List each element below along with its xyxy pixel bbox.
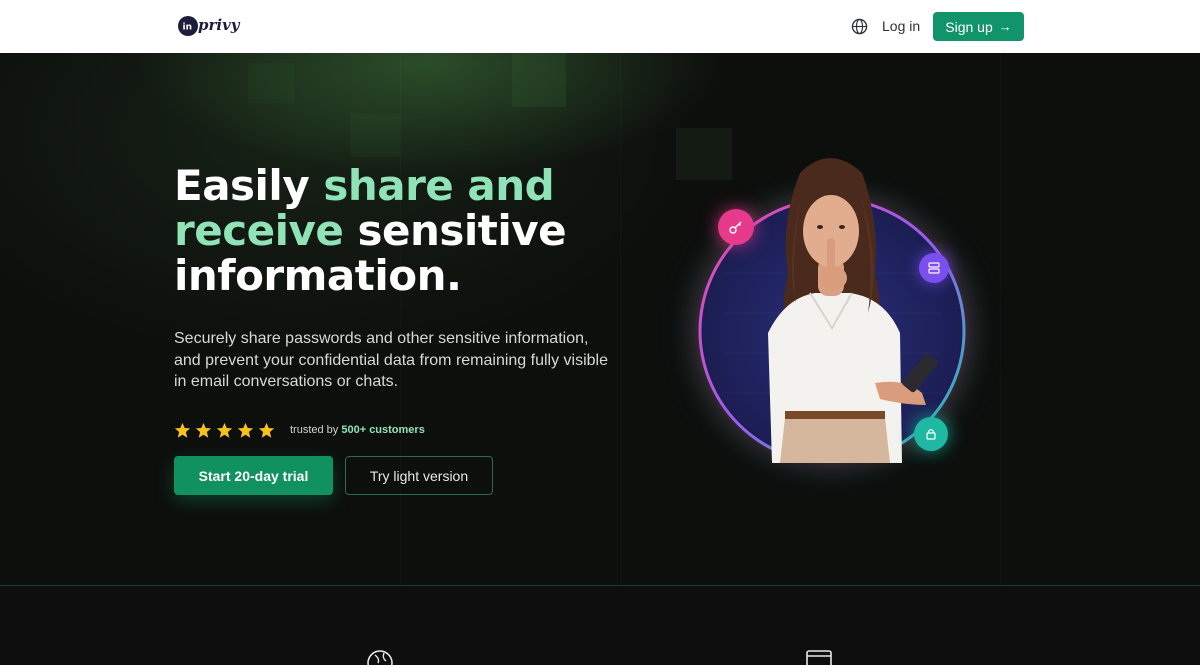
key-icon-badge <box>718 209 754 245</box>
trusted-by-text: trusted by 500+ customers <box>290 424 425 437</box>
background-tile <box>512 53 566 107</box>
title-text: sensitive <box>343 206 567 255</box>
svg-text:privy: privy <box>198 16 241 34</box>
list-icon <box>928 262 940 274</box>
hero-section: Easily share and receive sensitive infor… <box>0 53 1200 586</box>
title-accent: receive <box>174 206 344 255</box>
trusted-count: 500+ customers <box>341 424 425 436</box>
start-trial-button[interactable]: Start 20-day trial <box>174 456 333 495</box>
globe-icon[interactable] <box>851 18 868 35</box>
background-tile <box>248 63 294 103</box>
background-tile <box>350 113 400 157</box>
globe-refresh-icon <box>367 650 393 665</box>
trusted-prefix: trusted by <box>290 424 342 436</box>
background-line <box>620 53 621 586</box>
list-icon-badge <box>919 253 949 283</box>
browser-window-icon <box>806 650 832 665</box>
star-icon <box>258 422 275 438</box>
title-accent: share and <box>323 161 555 210</box>
star-icon <box>195 422 212 438</box>
signup-label: Sign up <box>945 18 993 35</box>
woman-illustration <box>698 158 966 463</box>
features-section <box>0 586 1200 665</box>
background-line <box>400 53 401 586</box>
star-icon <box>216 422 233 438</box>
title-text: Easily <box>174 161 324 210</box>
try-light-version-button[interactable]: Try light version <box>345 456 493 495</box>
rating-stars <box>174 422 275 439</box>
star-icon <box>174 422 191 438</box>
star-icon <box>237 422 254 438</box>
site-header: in privy Log in Sign up → <box>0 0 1200 53</box>
signup-button[interactable]: Sign up → <box>933 12 1024 41</box>
title-text: information. <box>174 251 462 300</box>
lock-icon-badge <box>914 417 948 451</box>
hero-description: Securely share passwords and other sensi… <box>174 330 609 390</box>
login-link[interactable]: Log in <box>882 18 920 35</box>
arrow-right-icon: → <box>998 19 1012 34</box>
hero-title: Easily share and receive sensitive infor… <box>174 163 594 298</box>
key-icon <box>729 221 742 234</box>
background-line <box>1000 53 1001 586</box>
svg-text:in: in <box>183 23 193 33</box>
lock-icon <box>926 429 936 440</box>
inprivy-logo[interactable]: in privy <box>177 10 249 42</box>
